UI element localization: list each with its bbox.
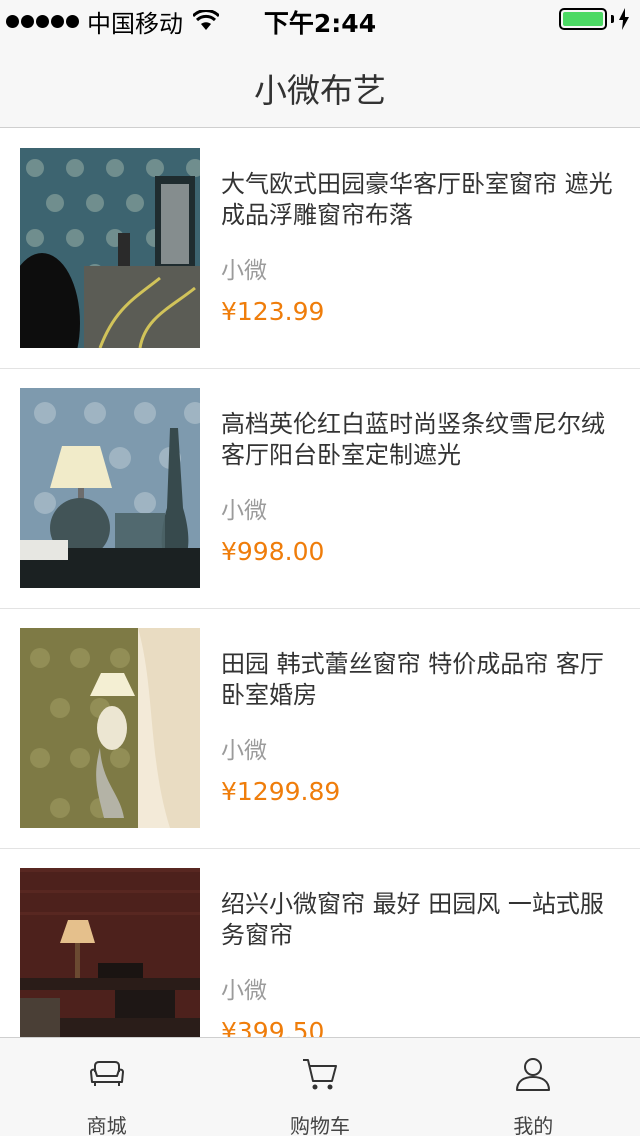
sofa-icon: [89, 1061, 124, 1086]
product-image[interactable]: [20, 388, 200, 588]
tab-bar: 商城 购物车 我的: [0, 1037, 640, 1136]
product-list[interactable]: 大气欧式田园豪华客厅卧室窗帘 遮光成品浮雕窗帘布落 小微 ¥123.99 高档英…: [0, 129, 640, 1037]
product-item[interactable]: 大气欧式田园豪华客厅卧室窗帘 遮光成品浮雕窗帘布落 小微 ¥123.99: [0, 129, 640, 369]
tab-cart[interactable]: 购物车: [213, 1038, 426, 1136]
product-price: ¥123.99: [221, 297, 325, 326]
product-shop: 小微: [221, 738, 267, 764]
product-title[interactable]: 绍兴小微窗帘 最好 田园风 一站式服务窗帘: [221, 889, 626, 951]
product-shop: 小微: [221, 258, 267, 284]
product-image[interactable]: [20, 868, 200, 1037]
product-shop: 小微: [221, 978, 267, 1004]
tab-label: 购物车: [289, 1114, 350, 1136]
status-right: [559, 8, 630, 30]
product-item[interactable]: 田园 韩式蕾丝窗帘 特价成品帘 客厅卧室婚房 小微 ¥1299.89: [0, 609, 640, 849]
product-item[interactable]: 绍兴小微窗帘 最好 田园风 一站式服务窗帘 小微 ¥399.50: [0, 849, 640, 1037]
product-item[interactable]: 高档英伦红白蓝时尚竖条纹雪尼尔绒客厅阳台卧室定制遮光 小微 ¥998.00: [0, 369, 640, 609]
page-title: 小微布艺: [254, 71, 386, 110]
status-time: 下午2:44: [263, 9, 377, 38]
product-price: ¥399.50: [221, 1017, 325, 1037]
product-image[interactable]: [20, 628, 200, 828]
cart-icon: [302, 1059, 337, 1090]
product-title[interactable]: 高档英伦红白蓝时尚竖条纹雪尼尔绒客厅阳台卧室定制遮光: [221, 409, 626, 471]
product-shop: 小微: [221, 498, 267, 524]
product-title[interactable]: 田园 韩式蕾丝窗帘 特价成品帘 客厅卧室婚房: [221, 649, 626, 711]
battery-icon: [559, 8, 607, 30]
product-price: ¥1299.89: [221, 777, 341, 806]
tab-profile[interactable]: 我的: [427, 1038, 640, 1136]
user-icon: [516, 1058, 551, 1091]
product-title[interactable]: 大气欧式田园豪华客厅卧室窗帘 遮光成品浮雕窗帘布落: [221, 169, 626, 231]
product-price: ¥998.00: [221, 537, 325, 566]
tab-label: 我的: [513, 1114, 554, 1136]
tab-mall[interactable]: 商城: [0, 1038, 213, 1136]
tab-label: 商城: [86, 1114, 127, 1136]
nav-bar: 小微布艺: [0, 40, 640, 128]
status-bar: 中国移动 下午2:44: [0, 0, 640, 40]
product-image[interactable]: [20, 148, 200, 348]
charging-bolt-icon: [619, 8, 629, 30]
battery-tip: [611, 15, 614, 23]
